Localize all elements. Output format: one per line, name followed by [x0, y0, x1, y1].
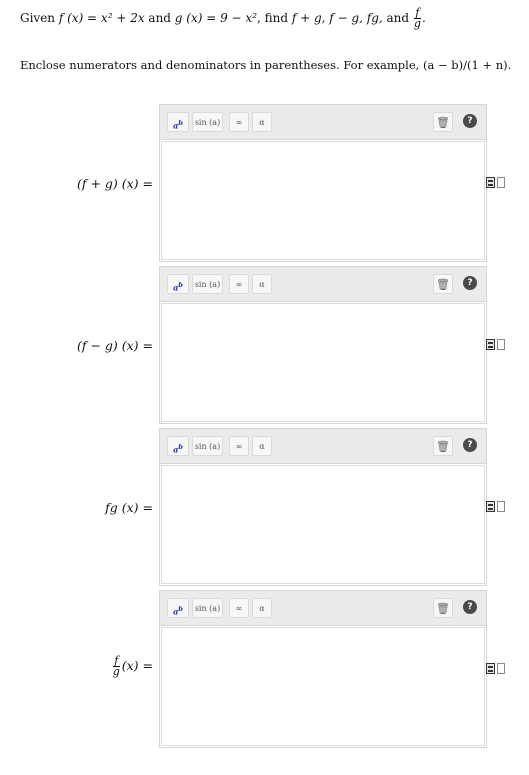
math-editor: ab sin (a) ∞ α 🗑 ? [159, 266, 487, 424]
prompt-lead: Given [20, 11, 59, 25]
trash-icon[interactable]: 🗑 [433, 436, 453, 456]
question-label: (f + g) (x) = [76, 176, 153, 191]
alpha-button[interactable]: α [252, 598, 272, 618]
question-f-over-g: f g (x) = ab sin (a) ∞ α 🗑 ? [0, 590, 529, 748]
infinity-button[interactable]: ∞ [229, 112, 249, 132]
editor-toolbar: ab sin (a) ∞ α 🗑 ? [160, 429, 486, 464]
side-icons [486, 663, 506, 675]
math-editor: ab sin (a) ∞ α 🗑 ? [159, 104, 487, 262]
power-exponent: b [178, 443, 183, 451]
label-tail: (x) = [121, 658, 153, 673]
trash-icon[interactable]: 🗑 [433, 274, 453, 294]
question-fg: fg (x) = ab sin (a) ∞ α 🗑 ? [0, 428, 529, 586]
power-button[interactable]: ab [167, 112, 189, 132]
editor-toolbar: ab sin (a) ∞ α 🗑 ? [160, 267, 486, 302]
sin-button[interactable]: sin (a) [192, 112, 223, 132]
infinity-button[interactable]: ∞ [229, 274, 249, 294]
label-denominator: g [112, 665, 120, 678]
answer-input[interactable] [161, 465, 485, 584]
question-f-plus-g: (f + g) (x) = ab sin (a) ∞ α 🗑 ? [0, 104, 529, 262]
question-f-minus-g: (f − g) (x) = ab sin (a) ∞ α 🗑 ? [0, 266, 529, 424]
question-label: fg (x) = [105, 500, 153, 515]
g-definition: g (x) = 9 − x² [174, 11, 258, 25]
prompt-and: and [144, 11, 175, 25]
preview-icon[interactable] [486, 339, 495, 350]
side-icons [486, 339, 506, 351]
prompt-find: , find [257, 11, 292, 25]
power-exponent: b [178, 605, 183, 613]
document-icon[interactable] [497, 501, 505, 512]
power-exponent: b [178, 281, 183, 289]
infinity-button[interactable]: ∞ [229, 436, 249, 456]
alpha-button[interactable]: α [252, 112, 272, 132]
question-label: f g (x) = [112, 655, 153, 678]
help-icon[interactable]: ? [463, 276, 477, 290]
side-icons [486, 177, 506, 189]
sin-button[interactable]: sin (a) [192, 274, 223, 294]
problem-statement: Given f (x) = x² + 2x and g (x) = 9 − x²… [20, 7, 426, 30]
prompt-targets: f + g, f − g, fg, [291, 11, 383, 25]
document-icon[interactable] [497, 339, 505, 350]
f-over-g-fraction: fg [413, 7, 421, 30]
power-button[interactable]: ab [167, 274, 189, 294]
preview-icon[interactable] [486, 501, 495, 512]
power-button[interactable]: ab [167, 436, 189, 456]
f-definition: f (x) = x² + 2x [58, 11, 145, 25]
answer-input[interactable] [161, 627, 485, 746]
answer-input[interactable] [161, 141, 485, 260]
power-button[interactable]: ab [167, 598, 189, 618]
document-icon[interactable] [497, 663, 505, 674]
editor-toolbar: ab sin (a) ∞ α 🗑 ? [160, 591, 486, 626]
question-label: (f − g) (x) = [76, 338, 153, 353]
editor-toolbar: ab sin (a) ∞ α 🗑 ? [160, 105, 486, 140]
infinity-button[interactable]: ∞ [229, 598, 249, 618]
math-editor: ab sin (a) ∞ α 🗑 ? [159, 590, 487, 748]
document-icon[interactable] [497, 177, 505, 188]
alpha-button[interactable]: α [252, 274, 272, 294]
help-icon[interactable]: ? [463, 114, 477, 128]
preview-icon[interactable] [486, 663, 495, 674]
math-editor: ab sin (a) ∞ α 🗑 ? [159, 428, 487, 586]
instructions: Enclose numerators and denominators in p… [20, 58, 512, 72]
trash-icon[interactable]: 🗑 [433, 598, 453, 618]
help-icon[interactable]: ? [463, 438, 477, 452]
power-exponent: b [178, 119, 183, 127]
answer-input[interactable] [161, 303, 485, 422]
help-icon[interactable]: ? [463, 600, 477, 614]
sin-button[interactable]: sin (a) [192, 436, 223, 456]
prompt-and-2: and [382, 11, 413, 25]
sin-button[interactable]: sin (a) [192, 598, 223, 618]
side-icons [486, 501, 506, 513]
prompt-end: . [421, 11, 426, 25]
label-fraction: fg [112, 655, 120, 678]
preview-icon[interactable] [486, 177, 495, 188]
fraction-denominator: g [413, 17, 421, 30]
trash-icon[interactable]: 🗑 [433, 112, 453, 132]
alpha-button[interactable]: α [252, 436, 272, 456]
